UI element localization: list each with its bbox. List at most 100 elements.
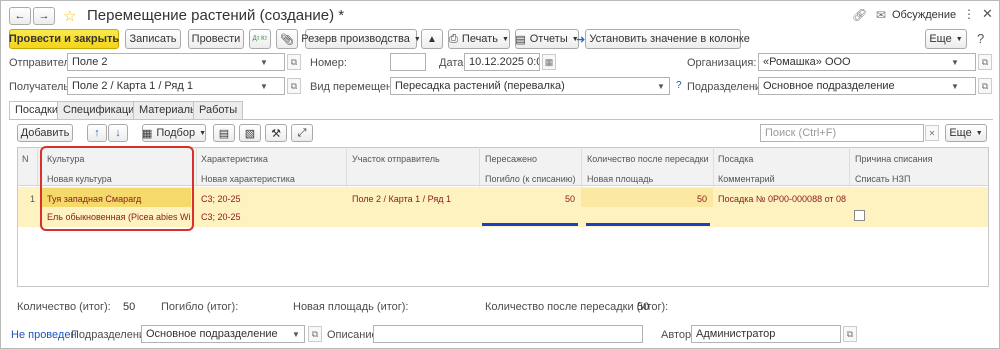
sender-plot-cell[interactable]: Поле 2 / Карта 1 / Ряд 1 — [352, 194, 451, 204]
tab-plantings[interactable]: Посадки — [9, 101, 65, 120]
help-question-icon[interactable]: ? — [676, 80, 682, 91]
document-window: ← → ☆ Перемещение растений (создание) * … — [0, 0, 1000, 349]
new-characteristic-cell[interactable]: С3; 20-25 — [201, 212, 241, 222]
add-row-button[interactable]: Добавить — [17, 124, 73, 142]
move-type-value: Пересадка растений (перевалка) — [395, 80, 565, 92]
dropdown-arrow-icon[interactable]: ▼ — [949, 78, 961, 94]
col-header-new-area[interactable]: Новая площадь — [587, 174, 653, 184]
author-label: Автор: — [661, 329, 695, 341]
dtkt-button[interactable]: Дт Кт — [249, 29, 271, 49]
move-up-button[interactable]: ↑ — [87, 124, 107, 142]
fill-button[interactable]: ▧ — [239, 124, 261, 142]
characteristic-cell[interactable]: С3; 20-25 — [201, 194, 241, 204]
close-icon[interactable]: ✕ — [982, 6, 993, 22]
more-label: Еще — [929, 33, 952, 45]
arrow-right-icon: → — [38, 10, 50, 22]
open-icon[interactable]: ⧉ — [978, 54, 992, 70]
calendar-icon[interactable]: ▦ — [542, 54, 556, 70]
organization-field[interactable]: «Ромашка» ООО ▼ — [758, 53, 976, 71]
fill-icon: ▧ — [244, 127, 256, 140]
reserve-production-button[interactable]: Резерв производства ▼ — [301, 29, 421, 49]
forward-button[interactable]: → — [33, 7, 55, 25]
number-field[interactable] — [390, 53, 426, 71]
pick-button[interactable]: ▦ Подбор ▼ — [142, 124, 206, 142]
dropdown-arrow-icon[interactable]: ▼ — [290, 326, 302, 342]
grid-more-label: Еще — [949, 127, 972, 139]
col-header-sender-plot[interactable]: Участок отправитель — [352, 154, 440, 164]
total-after-value: 50 — [637, 301, 650, 313]
arrow-up-icon: ↑ — [94, 127, 100, 139]
move-down-button[interactable]: ↓ — [108, 124, 128, 142]
sender-value: Поле 2 — [72, 56, 108, 68]
total-died-label: Погибло (итог): — [161, 301, 239, 313]
footer-division-field[interactable]: Основное подразделение ▼ — [141, 325, 305, 343]
favorite-star-icon[interactable]: ☆ — [63, 7, 76, 25]
fill-arrow-icon: ➜ — [576, 33, 586, 46]
resize-button[interactable]: ⤢ — [291, 124, 313, 142]
description-field[interactable] — [373, 325, 643, 343]
dropdown-arrow-icon: ▼ — [413, 35, 421, 43]
col-header-qty-after[interactable]: Количество после пересадки — [587, 154, 709, 164]
receiver-value: Поле 2 / Карта 1 / Ряд 1 — [72, 80, 193, 92]
post-status-link[interactable]: Не проведен — [11, 329, 77, 341]
print-button[interactable]: ⎙ Печать ▼ — [448, 29, 510, 49]
structure-button[interactable]: ▲ — [421, 29, 443, 49]
tools-button[interactable]: ⚒ — [265, 124, 287, 142]
receiver-field[interactable]: Поле 2 / Карта 1 / Ряд 1 ▼ — [67, 77, 285, 95]
dropdown-arrow-icon[interactable]: ▼ — [655, 78, 667, 94]
attach-button[interactable]: 📎︎ — [276, 29, 298, 49]
planting-cell[interactable]: Посадка № 0Р00-000088 от 08.05.... — [718, 194, 846, 204]
culture-highlight-frame — [40, 146, 194, 231]
back-button[interactable]: ← — [9, 7, 31, 25]
tabs-divider — [9, 119, 993, 120]
col-header-reason[interactable]: Причина списания — [855, 154, 932, 164]
number-label: Номер: — [310, 57, 347, 69]
discuss-link[interactable]: Обсуждение — [892, 9, 956, 21]
col-header-write-off[interactable]: Списать НЗП — [855, 174, 910, 184]
open-icon[interactable]: ⧉ — [843, 326, 857, 342]
table-edit-button[interactable]: ▤ — [213, 124, 235, 142]
col-header-transplanted[interactable]: Пересажено — [485, 154, 537, 164]
write-off-checkbox[interactable] — [854, 210, 865, 221]
post-and-close-button[interactable]: Провести и закрыть — [9, 29, 119, 49]
open-icon[interactable]: ⧉ — [978, 78, 992, 94]
col-header-n[interactable]: N — [22, 154, 29, 164]
help-icon[interactable]: ? — [977, 31, 984, 46]
date-label: Дата: — [439, 57, 467, 69]
qty-after-cell[interactable]: 50 — [587, 194, 707, 204]
more-button[interactable]: Еще ▼ — [925, 29, 967, 49]
save-button[interactable]: Записать — [125, 29, 181, 49]
dropdown-arrow-icon[interactable]: ▼ — [258, 78, 270, 94]
search-input[interactable]: Поиск (Ctrl+F) — [760, 124, 924, 142]
dropdown-arrow-icon[interactable]: ▼ — [949, 54, 961, 70]
date-field[interactable]: 10.12.2025 0:00:0 — [464, 53, 540, 71]
printer-icon: ⎙ — [449, 32, 458, 45]
link-icon[interactable]: 🔗︎ — [852, 8, 867, 22]
col-header-comment[interactable]: Комментарий — [718, 174, 775, 184]
dropdown-arrow-icon: ▼ — [199, 129, 207, 137]
tab-works[interactable]: Работы — [193, 101, 244, 119]
open-icon[interactable]: ⧉ — [287, 78, 301, 94]
grid-more-button[interactable]: Еще ▼ — [945, 124, 987, 142]
transplanted-cell[interactable]: 50 — [485, 194, 575, 204]
sender-field[interactable]: Поле 2 ▼ — [67, 53, 285, 71]
open-icon[interactable]: ⧉ — [287, 54, 301, 70]
post-button[interactable]: Провести — [188, 29, 244, 49]
set-column-value-button[interactable]: ➜ Установить значение в колонке — [576, 29, 750, 49]
more-menu-icon[interactable]: ⋮ — [963, 7, 975, 21]
date-value: 10.12.2025 0:00:0 — [469, 56, 539, 68]
col-header-planting[interactable]: Посадка — [718, 154, 753, 164]
col-header-new-characteristic[interactable]: Новая характеристика — [201, 174, 295, 184]
division-field[interactable]: Основное подразделение ▼ — [758, 77, 976, 95]
author-field[interactable]: Администратор — [691, 325, 841, 343]
dropdown-arrow-icon[interactable]: ▼ — [258, 54, 270, 70]
col-header-characteristic[interactable]: Характеристика — [201, 154, 268, 164]
col-header-died[interactable]: Погибло (к списанию) — [485, 174, 575, 184]
move-type-field[interactable]: Пересадка растений (перевалка) ▼ — [390, 77, 670, 95]
comment-icon[interactable]: ✉ — [876, 8, 886, 22]
new-area-cell-underline — [586, 223, 710, 226]
open-icon[interactable]: ⧉ — [308, 326, 322, 342]
reports-button[interactable]: ▤ Отчеты ▼ — [515, 29, 579, 49]
print-label: Печать — [461, 33, 498, 45]
clear-search-icon[interactable]: ✕ — [925, 125, 939, 141]
